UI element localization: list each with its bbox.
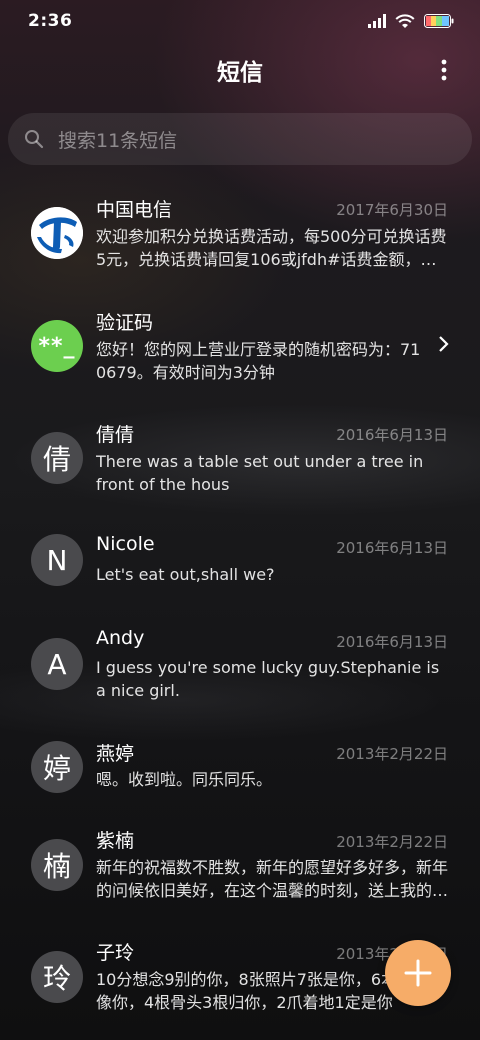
conversation-row[interactable]: 中国电信 2017年6月30日 欢迎参加积分兑换话费活动，每500分可兑换话费5…	[0, 180, 480, 292]
contact-name: 紫楠	[96, 830, 135, 852]
conversation-row[interactable]: **_ 验证码 您好！您的网上营业厅登录的随机密码为：710679。有效时间为3…	[0, 292, 480, 404]
header: 短信	[0, 44, 480, 96]
conversation-row[interactable]: 倩 倩倩 2016年6月13日 There was a table set ou…	[0, 404, 480, 516]
status-icons	[368, 13, 454, 29]
contact-name: 中国电信	[96, 199, 173, 221]
message-preview: 欢迎参加积分兑换话费活动，每500分可兑换话费5元，兑换话费请回复106或jfd…	[96, 227, 447, 269]
message-date: 2013年2月22日	[336, 745, 448, 763]
page-title: 短信	[217, 60, 263, 86]
message-preview: Let's eat out,shall we?	[96, 565, 275, 584]
contact-name: 验证码	[96, 312, 154, 334]
contact-avatar: 楠	[31, 839, 83, 891]
battery-icon	[424, 14, 454, 28]
verification-avatar: **_	[31, 320, 83, 372]
message-preview: There was a table set out under a tree i…	[96, 452, 424, 494]
conversation-row[interactable]: 婷 燕婷 2013年2月22日 嗯。收到啦。同乐同乐。	[0, 724, 480, 820]
message-preview: 新年的祝福数不胜数，新年的愿望好多好多，新年的问候依旧美好，在这个温馨的时刻，送…	[96, 858, 449, 900]
more-vertical-icon	[441, 59, 447, 81]
contact-avatar: N	[31, 534, 83, 586]
message-date: 2016年6月13日	[336, 539, 448, 557]
contact-avatar: 婷	[31, 741, 83, 793]
more-options-button[interactable]	[432, 56, 456, 84]
message-preview: I guess you're some lucky guy.Stephanie …	[96, 658, 440, 700]
chevron-right-icon[interactable]	[436, 335, 452, 353]
status-time: 2:36	[28, 11, 73, 31]
conversation-row[interactable]: A Andy 2016年6月13日 I guess you're some lu…	[0, 612, 480, 724]
search-icon	[25, 130, 44, 149]
china-telecom-logo-icon	[31, 207, 83, 259]
message-preview: 嗯。收到啦。同乐同乐。	[96, 770, 273, 789]
message-date: 2013年2月22日	[336, 833, 448, 851]
contact-name: Nicole	[96, 533, 155, 555]
telecom-logo-avatar	[31, 207, 83, 259]
contact-name: 倩倩	[96, 424, 135, 446]
contact-avatar: A	[31, 638, 83, 690]
wifi-icon	[395, 13, 415, 28]
conversation-row[interactable]: 楠 紫楠 2013年2月22日 新年的祝福数不胜数，新年的愿望好多好多，新年的问…	[0, 820, 480, 932]
search-placeholder: 搜索11条短信	[58, 129, 178, 152]
contact-name: 燕婷	[96, 743, 135, 765]
plus-icon	[404, 959, 432, 987]
message-date: 2016年6月13日	[336, 633, 448, 651]
message-date: 2016年6月13日	[336, 426, 448, 444]
search-bar[interactable]: 搜索11条短信	[8, 113, 472, 165]
signal-icon	[368, 14, 386, 28]
contact-name: 子玲	[96, 942, 135, 964]
message-preview: 您好！您的网上营业厅登录的随机密码为：710679。有效时间为3分钟	[96, 340, 421, 382]
message-date: 2017年6月30日	[336, 201, 448, 219]
new-message-button[interactable]	[385, 940, 451, 1006]
conversation-row[interactable]: N Nicole 2016年6月13日 Let's eat out,shall …	[0, 516, 480, 612]
contact-avatar: 倩	[31, 432, 83, 484]
status-bar: 2:36	[0, 0, 480, 42]
contact-avatar: 玲	[31, 951, 83, 1003]
contact-name: Andy	[96, 627, 145, 649]
